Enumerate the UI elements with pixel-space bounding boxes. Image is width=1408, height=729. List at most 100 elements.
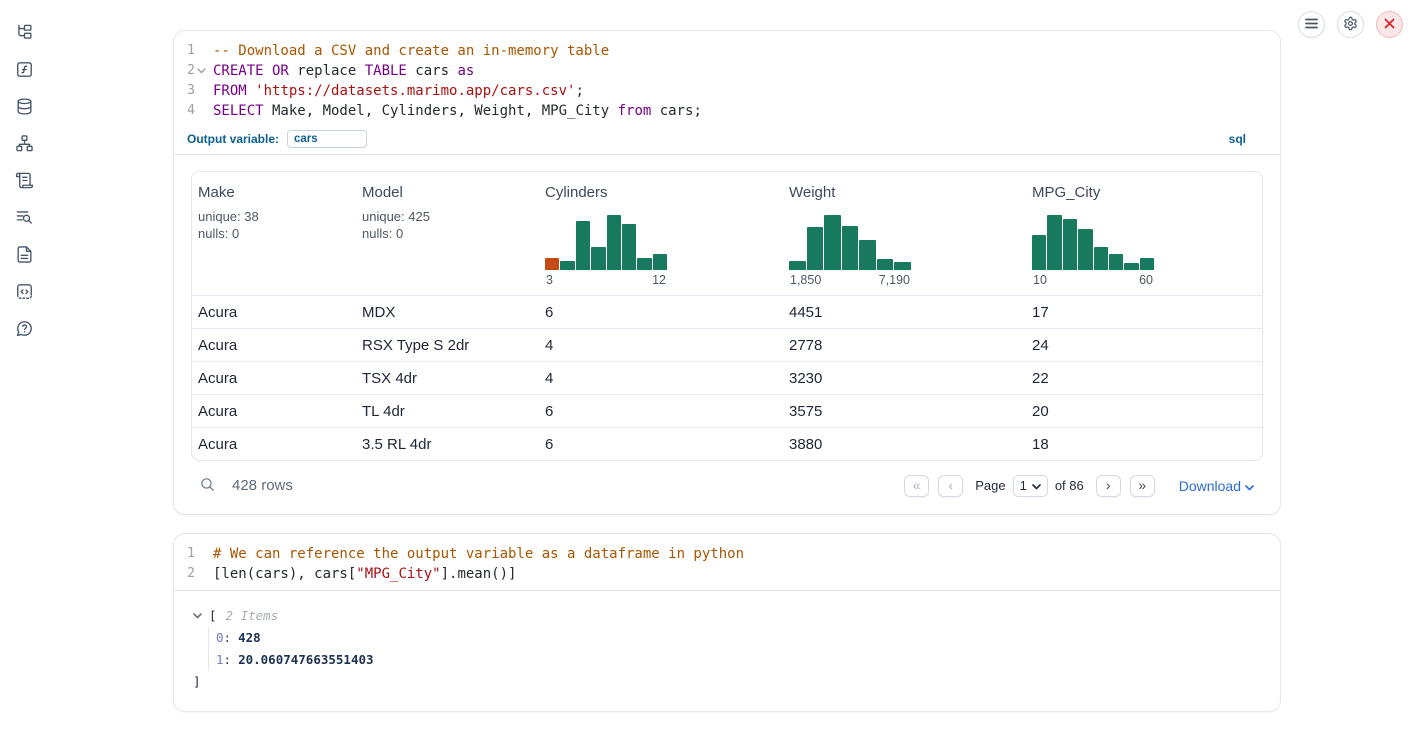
last-page-button[interactable]: »	[1130, 475, 1155, 497]
logs-icon[interactable]	[13, 207, 35, 227]
settings-button[interactable]	[1337, 11, 1364, 38]
histogram-bar	[807, 227, 824, 270]
table-row[interactable]: AcuraMDX6445117	[192, 295, 1262, 328]
next-page-button[interactable]: ›	[1096, 475, 1121, 497]
table-cell: 18	[1026, 436, 1262, 453]
table-cell: 4	[539, 370, 783, 387]
shutdown-button[interactable]	[1376, 11, 1403, 38]
chevron-down-icon	[1245, 478, 1254, 494]
table-cell: 4451	[783, 304, 1026, 321]
column-header-make[interactable]: Makeunique: 38nulls: 0	[192, 172, 356, 295]
table-row[interactable]: Acura3.5 RL 4dr6388018	[192, 427, 1262, 460]
code-line[interactable]: 4SELECT Make, Model, Cylinders, Weight, …	[174, 101, 1280, 121]
column-histogram: 1,8507,190	[789, 215, 911, 287]
line-number: 1	[174, 544, 195, 564]
output-variable-input[interactable]	[287, 130, 367, 148]
code-line[interactable]: 2 CREATE OR replace TABLE cars as	[174, 61, 1280, 81]
help-icon[interactable]	[13, 318, 35, 338]
search-icon	[199, 476, 216, 496]
table-cell: 24	[1026, 337, 1262, 354]
scratchpad-icon[interactable]	[13, 170, 35, 190]
column-header-cylinders[interactable]: Cylinders312	[539, 172, 783, 295]
download-label: Download	[1179, 478, 1241, 494]
menu-button[interactable]	[1298, 11, 1325, 38]
search-button[interactable]	[199, 476, 216, 496]
histogram-bar	[842, 226, 859, 270]
histogram-bar	[824, 215, 841, 270]
code-text: -- Download a CSV and create an in-memor…	[208, 41, 609, 61]
datasources-icon[interactable]	[13, 96, 35, 116]
fold-icon[interactable]	[195, 61, 208, 81]
language-badge[interactable]: sql	[1229, 132, 1246, 146]
histogram-labels: 312	[545, 273, 667, 287]
histogram-min-label: 1,850	[790, 273, 821, 287]
code-token: from	[618, 103, 652, 119]
tree-root-row: [ 2 Items	[193, 605, 1280, 627]
histogram-bar	[622, 224, 636, 270]
dependency-graph-icon[interactable]	[13, 133, 35, 153]
snippets-icon[interactable]	[13, 281, 35, 301]
sidebar	[0, 0, 48, 729]
first-page-button[interactable]: «	[904, 475, 929, 497]
item-index: 0	[216, 627, 224, 649]
prev-page-button[interactable]: ‹	[938, 475, 963, 497]
code-token: cars;	[651, 103, 702, 119]
code-token: -- Download a CSV and create an in-memor…	[213, 43, 609, 59]
column-label: Model	[362, 184, 531, 201]
column-header-model[interactable]: Modelunique: 425nulls: 0	[356, 172, 539, 295]
python-code-editor[interactable]: 1 # We can reference the output variable …	[174, 534, 1280, 590]
column-header-weight[interactable]: Weight 1,8507,190	[783, 172, 1026, 295]
code-token: # We can reference the output variable a…	[213, 546, 744, 562]
code-token: cars	[407, 63, 458, 79]
python-output: [ 2 Items 0:4281:20.060747663551403 ]	[174, 590, 1280, 711]
code-line[interactable]: 1 # We can reference the output variable …	[174, 544, 1280, 564]
table-cell: MDX	[356, 304, 539, 321]
code-line[interactable]: 2[len(cars), cars["MPG_City"].mean()]	[174, 564, 1280, 584]
close-bracket: ]	[193, 671, 1280, 693]
table-cell: Acura	[192, 337, 356, 354]
collapse-icon[interactable]	[193, 613, 205, 619]
topbar-actions	[1298, 11, 1403, 38]
code-token: "MPG_City"	[356, 566, 440, 582]
tree-item: 0:428	[216, 627, 1280, 649]
histogram-bar	[1032, 235, 1046, 270]
histogram-bar	[789, 261, 806, 270]
column-header-mpg_city[interactable]: MPG_City1060	[1026, 172, 1262, 295]
sql-code-editor[interactable]: 1-- Download a CSV and create an in-memo…	[174, 31, 1280, 127]
download-button[interactable]: Download	[1179, 478, 1254, 494]
file-explorer-icon[interactable]	[13, 22, 35, 42]
page-select-value: 1	[1020, 478, 1027, 493]
code-line[interactable]: 3FROM 'https://datasets.marimo.app/cars.…	[174, 81, 1280, 101]
item-colon: :	[224, 627, 232, 649]
column-label: Weight	[789, 184, 1018, 201]
histogram-max-label: 12	[652, 273, 666, 287]
documentation-icon[interactable]	[13, 244, 35, 264]
variables-icon[interactable]	[13, 59, 35, 79]
code-text: CREATE OR replace TABLE cars as	[208, 61, 474, 81]
item-value: 428	[238, 627, 261, 649]
histogram-bar	[653, 254, 667, 271]
close-icon	[1384, 17, 1395, 32]
table-row[interactable]: AcuraRSX Type S 2dr4277824	[192, 328, 1262, 361]
gear-icon	[1343, 16, 1358, 34]
histogram-bar	[894, 262, 911, 270]
table-cell: 2778	[783, 337, 1026, 354]
table-cell: 17	[1026, 304, 1262, 321]
code-line[interactable]: 1-- Download a CSV and create an in-memo…	[174, 41, 1280, 61]
histogram-bar	[591, 247, 605, 270]
histogram-max-label: 60	[1139, 273, 1153, 287]
page-select[interactable]: 1	[1013, 475, 1048, 497]
code-token: [len(cars), cars[	[213, 566, 356, 582]
line-number: 2	[174, 61, 195, 81]
table-row[interactable]: AcuraTSX 4dr4323022	[192, 361, 1262, 394]
code-text: [len(cars), cars["MPG_City"].mean()]	[208, 564, 516, 584]
table-cell: Acura	[192, 304, 356, 321]
histogram-bar	[877, 259, 894, 270]
gutter-spacer	[195, 101, 208, 121]
code-text: FROM 'https://datasets.marimo.app/cars.c…	[208, 81, 584, 101]
histogram-bar	[1094, 247, 1108, 270]
table-row[interactable]: AcuraTL 4dr6357520	[192, 394, 1262, 427]
histogram-bar	[1140, 258, 1154, 270]
data-table: Makeunique: 38nulls: 0Modelunique: 425nu…	[191, 171, 1263, 461]
histogram-bar	[576, 221, 590, 271]
